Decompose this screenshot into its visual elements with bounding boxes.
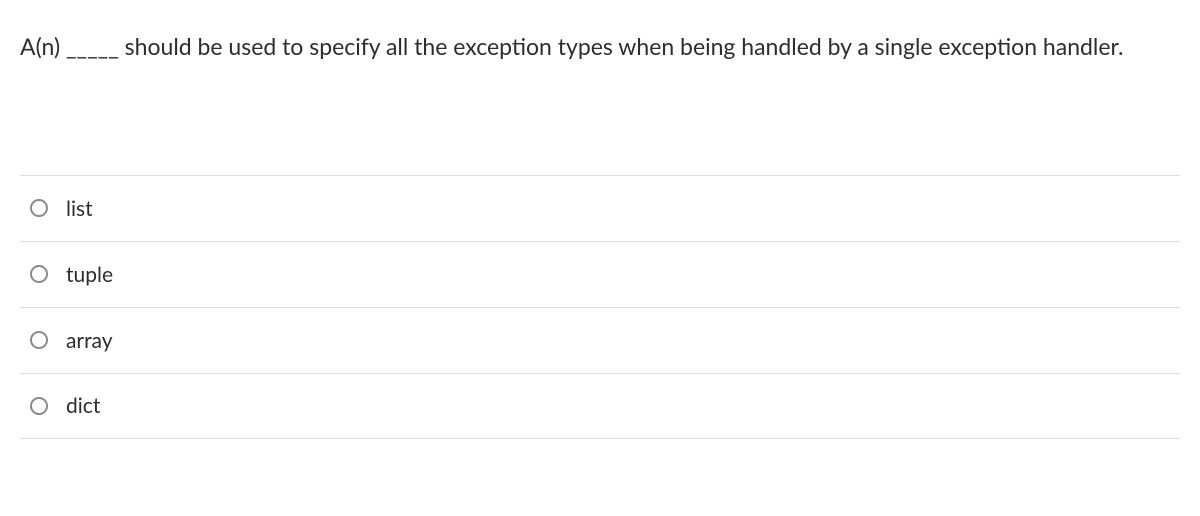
radio-icon [30, 397, 48, 415]
quiz-container: A(n) _____ should be used to specify all… [0, 0, 1200, 439]
radio-icon [30, 331, 48, 349]
option-label: array [66, 328, 113, 353]
option-dict[interactable]: dict [20, 373, 1180, 439]
option-list[interactable]: list [20, 175, 1180, 241]
option-label: dict [66, 393, 100, 418]
radio-icon [30, 265, 48, 283]
option-label: tuple [66, 262, 113, 287]
options-list: list tuple array dict [20, 175, 1180, 439]
option-array[interactable]: array [20, 307, 1180, 373]
option-tuple[interactable]: tuple [20, 241, 1180, 307]
question-text: A(n) _____ should be used to specify all… [20, 28, 1180, 65]
radio-icon [30, 199, 48, 217]
option-label: list [66, 196, 93, 221]
